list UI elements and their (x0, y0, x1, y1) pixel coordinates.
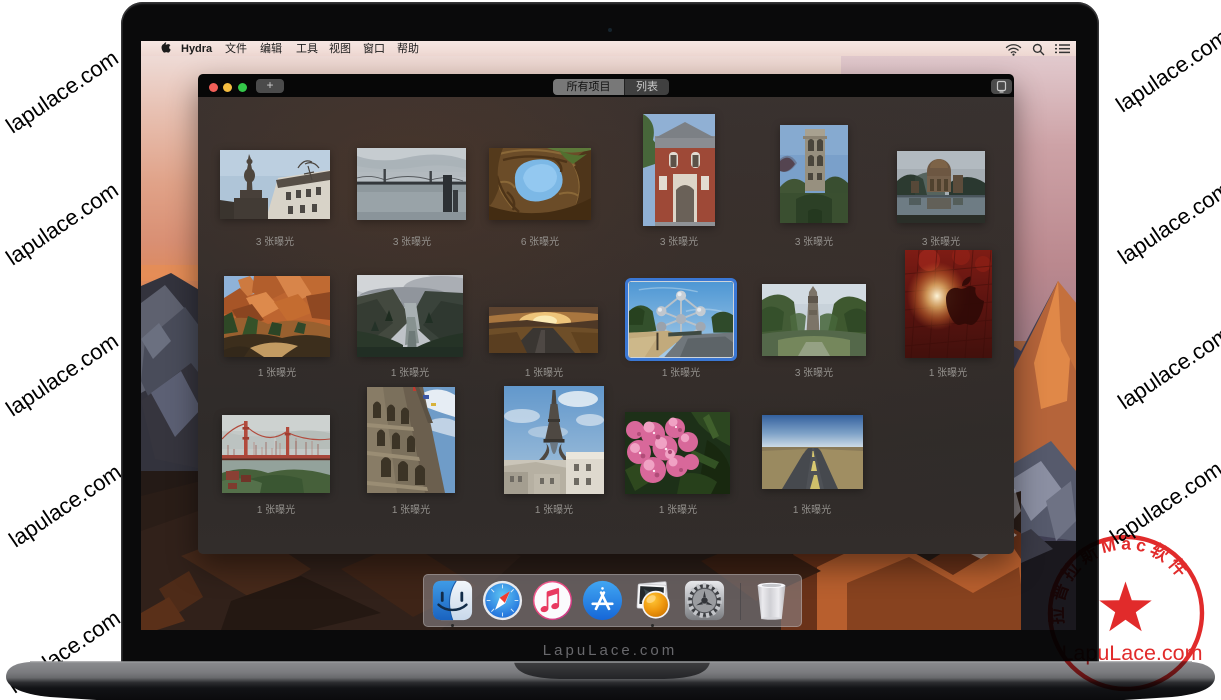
svg-text:LapuLace.com: LapuLace.com (1061, 641, 1202, 665)
